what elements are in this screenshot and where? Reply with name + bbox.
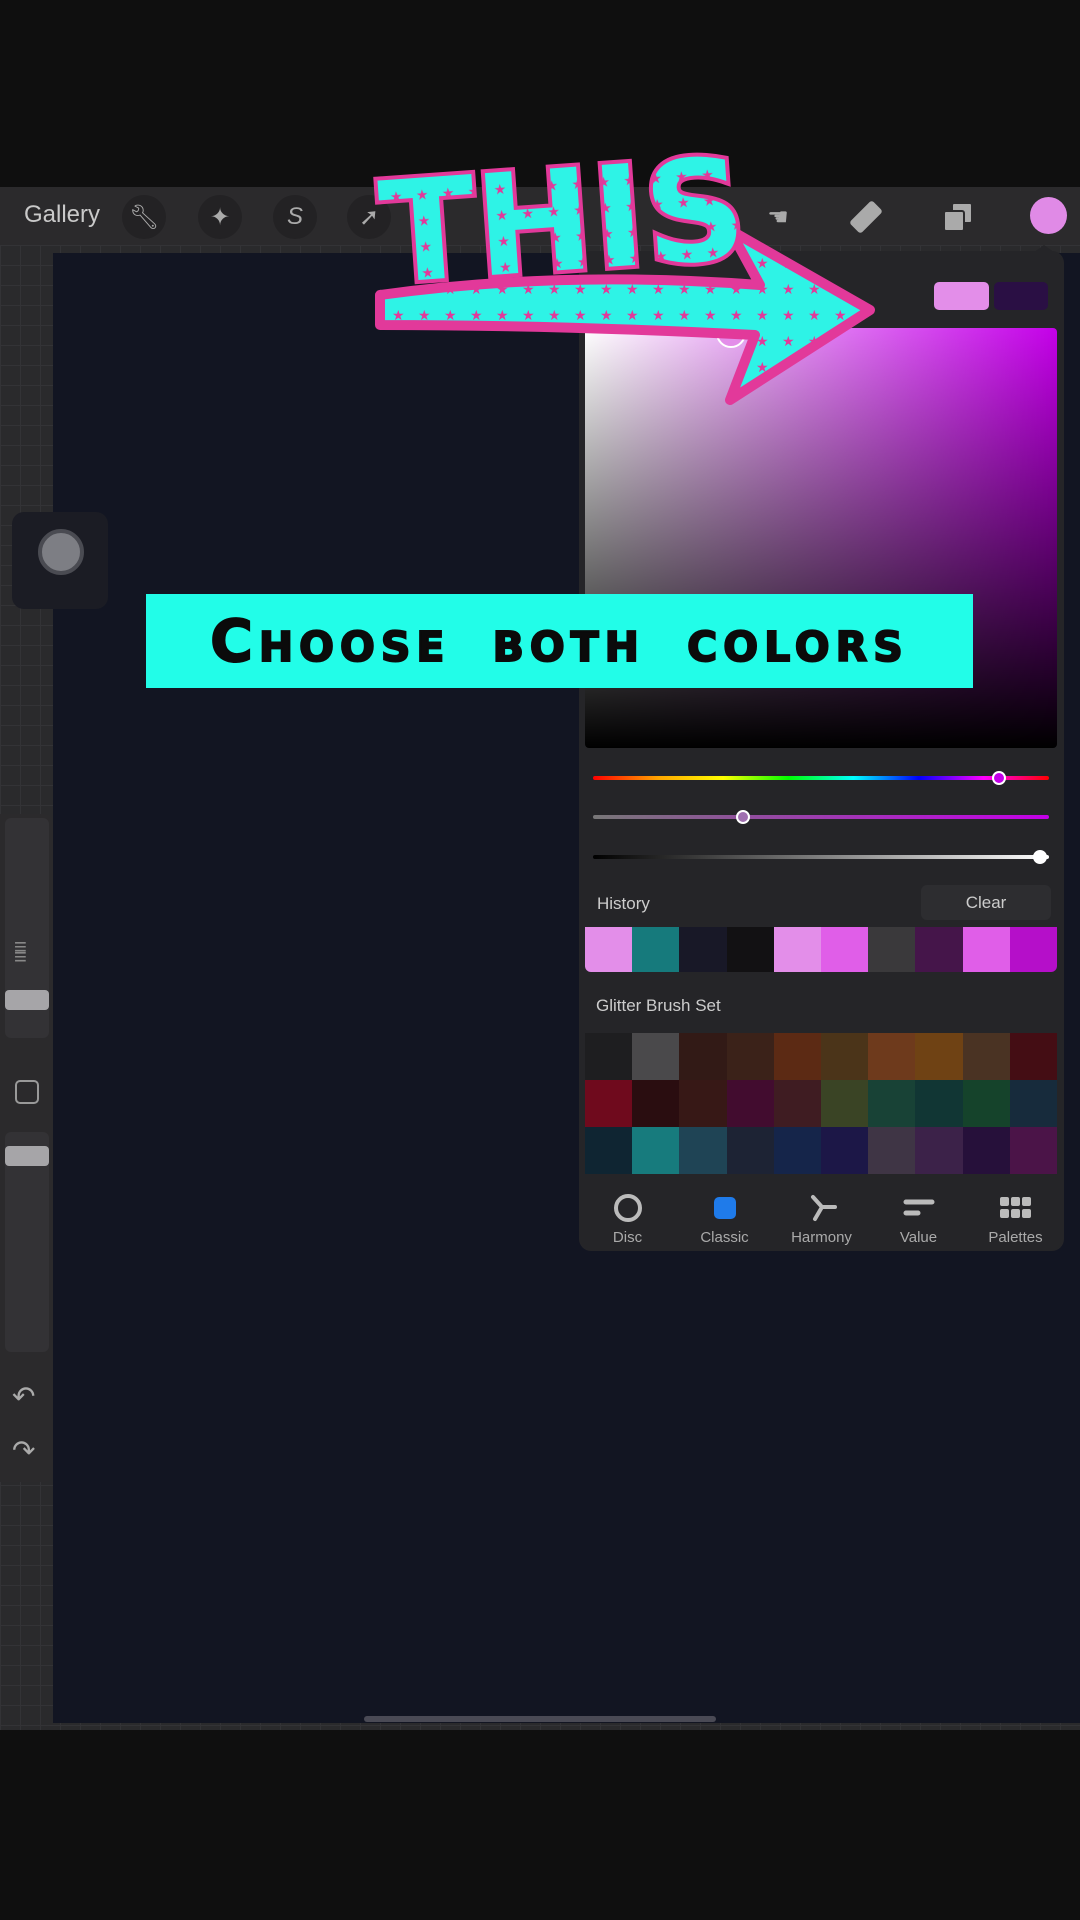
history-swatch[interactable] xyxy=(915,927,963,972)
saturation-slider[interactable] xyxy=(593,810,1049,824)
palette-swatch[interactable] xyxy=(915,1080,963,1127)
redo-icon[interactable]: ↷ xyxy=(12,1434,35,1467)
harmony-icon xyxy=(773,1191,870,1225)
saturation-knob[interactable] xyxy=(736,810,751,824)
value-icon xyxy=(870,1191,967,1225)
size-lines-icon: ≡ ≡ xyxy=(14,934,27,969)
palette-name: Glitter Brush Set xyxy=(596,996,721,1015)
palette-row xyxy=(585,1080,1058,1127)
brightness-knob[interactable] xyxy=(1032,850,1047,864)
tab-label: Harmony xyxy=(791,1229,852,1246)
tab-value[interactable]: Value xyxy=(870,1191,967,1246)
history-swatch[interactable] xyxy=(962,927,1010,972)
palette-swatch[interactable] xyxy=(773,1080,822,1127)
history-swatch[interactable] xyxy=(632,927,680,972)
disc-icon xyxy=(579,1191,676,1225)
palette-swatch[interactable] xyxy=(773,1033,822,1080)
gallery-button[interactable]: Gallery xyxy=(24,201,100,229)
palette-swatch[interactable] xyxy=(726,1080,774,1127)
palette-swatch[interactable] xyxy=(632,1033,680,1080)
palette-swatch[interactable] xyxy=(821,1127,869,1174)
palette-grid xyxy=(585,1033,1058,1174)
magic-wand-icon[interactable]: ✦ xyxy=(198,195,242,239)
palette-swatch[interactable] xyxy=(679,1080,727,1127)
history-label: History xyxy=(597,894,650,913)
hue-slider[interactable] xyxy=(593,771,1049,785)
wrench-icon[interactable]: 🔧︎ xyxy=(122,195,166,239)
banner-text: Choose both colors xyxy=(209,606,909,676)
history-swatch[interactable] xyxy=(679,927,727,972)
tab-label: Disc xyxy=(612,1229,643,1246)
history-swatch[interactable] xyxy=(868,927,916,972)
color-button[interactable] xyxy=(1030,197,1067,234)
tab-classic[interactable]: Classic xyxy=(676,1191,773,1246)
tab-harmony[interactable]: Harmony xyxy=(773,1191,870,1246)
instruction-banner: Choose both colors xyxy=(146,594,973,688)
history-swatch[interactable] xyxy=(773,927,822,972)
classic-icon xyxy=(676,1191,773,1225)
tab-palettes[interactable]: Palettes xyxy=(967,1191,1064,1246)
tab-label: Palettes xyxy=(988,1229,1043,1246)
palette-swatch[interactable] xyxy=(915,1127,963,1174)
palette-swatch[interactable] xyxy=(773,1127,822,1174)
palette-row xyxy=(585,1033,1058,1080)
selection-icon[interactable]: S xyxy=(273,195,317,239)
palette-swatch[interactable] xyxy=(821,1033,869,1080)
this-arrow-sticker: ★ THIS xyxy=(371,124,875,405)
horizontal-scrollbar[interactable] xyxy=(364,1716,716,1722)
primary-color-swatch[interactable] xyxy=(934,282,989,310)
palette-swatch[interactable] xyxy=(679,1127,727,1174)
brightness-slider[interactable] xyxy=(593,850,1049,864)
palette-swatch[interactable] xyxy=(962,1127,1010,1174)
palettes-icon xyxy=(967,1191,1064,1225)
palette-swatch[interactable] xyxy=(868,1033,916,1080)
hue-knob[interactable] xyxy=(991,771,1006,785)
opacity-handle[interactable] xyxy=(5,1146,49,1166)
palette-swatch[interactable] xyxy=(962,1033,1010,1080)
palette-swatch[interactable] xyxy=(915,1033,963,1080)
left-sidebar: ≡ ≡ ↶ ↷ xyxy=(0,814,53,1482)
modify-square-icon[interactable] xyxy=(15,1080,39,1104)
clear-history-button[interactable]: Clear xyxy=(921,885,1051,920)
palette-swatch[interactable] xyxy=(962,1080,1010,1127)
history-swatch[interactable] xyxy=(726,927,774,972)
palette-swatch[interactable] xyxy=(726,1033,774,1080)
palette-swatch[interactable] xyxy=(868,1080,916,1127)
tab-label: Value xyxy=(899,1229,938,1246)
history-swatch[interactable] xyxy=(1009,927,1057,972)
modifier-button-area xyxy=(12,512,108,609)
palette-swatch[interactable] xyxy=(821,1080,869,1127)
palette-swatch[interactable] xyxy=(632,1127,680,1174)
history-swatch[interactable] xyxy=(585,927,633,972)
palette-swatch[interactable] xyxy=(726,1127,774,1174)
palette-row xyxy=(585,1127,1058,1174)
tab-disc[interactable]: Disc xyxy=(579,1191,676,1246)
palette-swatch[interactable] xyxy=(1009,1033,1058,1080)
history-swatch[interactable] xyxy=(821,927,869,972)
palette-swatch[interactable] xyxy=(585,1033,633,1080)
secondary-color-swatch[interactable] xyxy=(994,282,1048,310)
tab-label: Classic xyxy=(700,1229,749,1246)
palette-swatch[interactable] xyxy=(868,1127,916,1174)
palette-swatch[interactable] xyxy=(585,1080,633,1127)
palette-swatch[interactable] xyxy=(585,1127,633,1174)
sticker-text: THIS xyxy=(375,128,751,316)
layers-icon[interactable] xyxy=(936,195,980,239)
undo-icon[interactable]: ↶ xyxy=(12,1380,35,1413)
palette-swatch[interactable] xyxy=(632,1080,680,1127)
palette-swatch[interactable] xyxy=(679,1033,727,1080)
brush-size-handle[interactable] xyxy=(5,990,49,1010)
history-swatches xyxy=(585,927,1057,972)
palette-swatch[interactable] xyxy=(1009,1127,1058,1174)
modifier-button[interactable] xyxy=(38,529,84,575)
palette-swatch[interactable] xyxy=(1009,1080,1058,1127)
